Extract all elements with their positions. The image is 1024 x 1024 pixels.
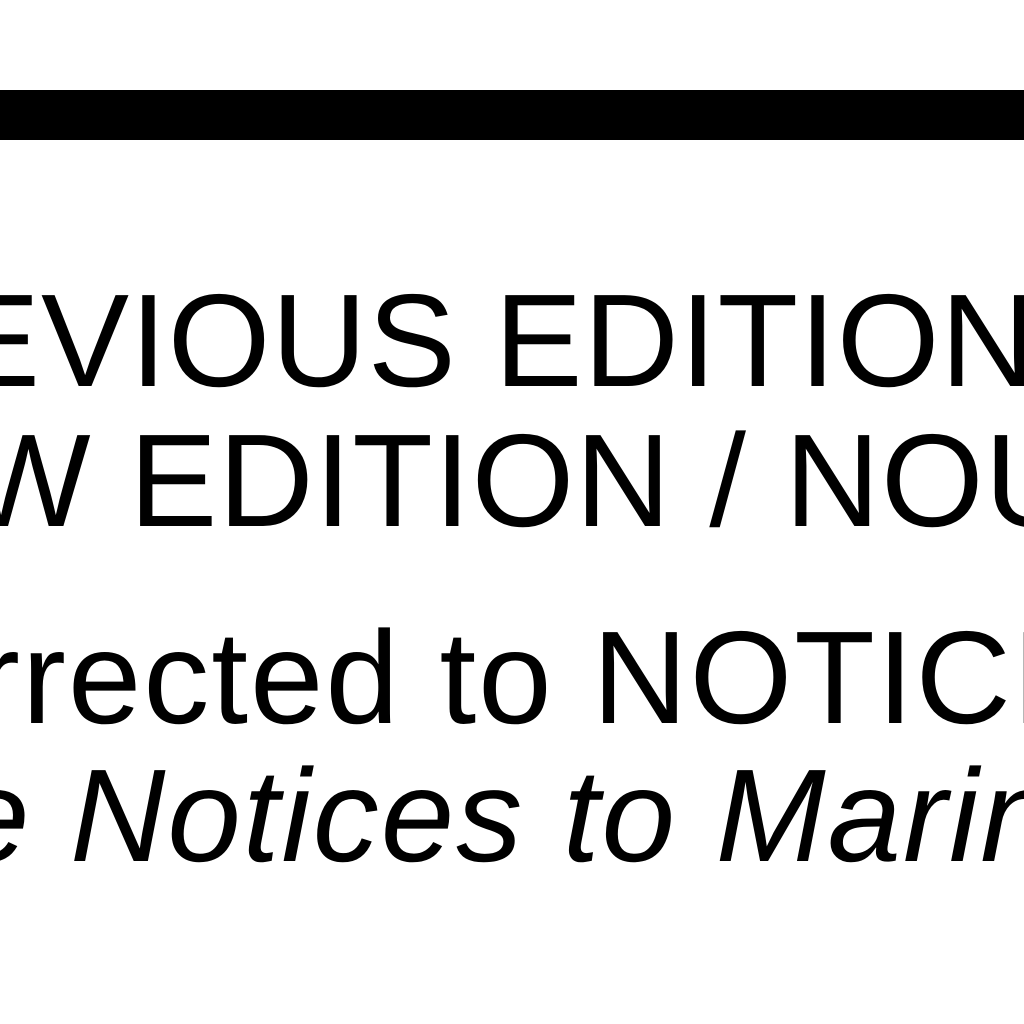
corrected-to-notices-line: rrected to NOTICE [0,604,1024,751]
previous-editions-line: EVIOUS EDITIONS [0,267,1024,414]
new-edition-line: W EDITION / NOUV [0,407,1024,554]
notices-to-mariners-line: e Notices to Marin [0,742,1024,889]
document-page: EVIOUS EDITIONS W EDITION / NOUV rrected… [0,0,1024,1024]
heavy-horizontal-rule [0,90,1024,140]
